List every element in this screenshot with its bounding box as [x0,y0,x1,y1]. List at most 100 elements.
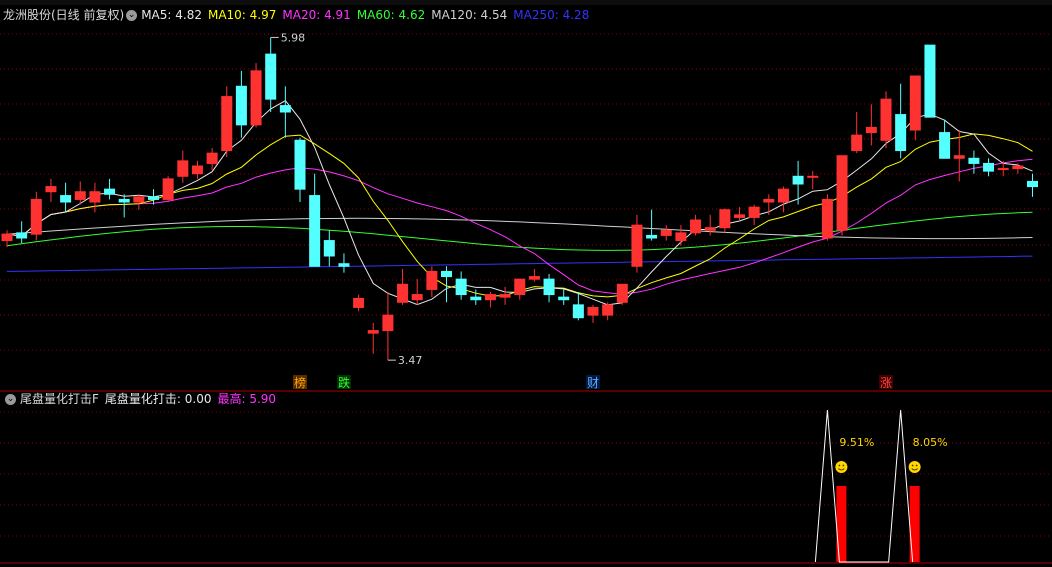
candle-body [484,294,496,301]
ma-label: MA10: 4.97 [207,8,277,22]
candle-body [763,198,775,203]
chevron-down-icon[interactable]: ⌄ [126,10,138,21]
candle-body [660,229,672,236]
candle-body [367,330,379,334]
candle-body [865,126,877,134]
candle-body [382,314,394,332]
candle-body [104,188,116,195]
smiley-icon [908,461,921,473]
candle-body [880,98,892,141]
candle-body [690,219,702,234]
candle-body [719,209,731,229]
candle-body [60,195,72,203]
candle-body [1,233,13,242]
ma20-line [6,158,1033,295]
smiley-eye [838,464,841,467]
candle-body [953,155,965,159]
candle-body [939,132,951,159]
candle-body [426,270,438,290]
indicator-value: 尾盘量化打击: 0.00 [104,392,212,406]
candle-body [1012,165,1024,170]
candle-body [514,278,526,296]
candle-body [148,196,159,200]
candle-body [851,134,863,152]
candle-body [807,175,819,178]
candle-body [30,198,42,235]
candle-body [265,53,277,100]
candle-body [734,214,745,218]
candle-body [162,178,174,200]
ma-label: MA60: 4.62 [356,8,426,22]
high-price-label: 5.98 [281,31,306,44]
ma-label: MA120: 4.54 [431,8,508,22]
candle-body [279,105,291,113]
candle-body [441,270,452,278]
candle-body [206,152,218,164]
candle-body [499,294,511,298]
candle-body [323,240,335,257]
candle-body [792,175,804,185]
candle-body [587,306,599,316]
candlestick-chart: 5.98 3.47 榜 跌 财 涨 9.51% 8.05% [0,31,1052,564]
candle-body [133,196,145,203]
candle-body [353,297,365,308]
candle-body [572,304,584,319]
candle-body [646,234,658,239]
candle-body [836,155,848,231]
ma250-line [6,255,1033,272]
candle-body [631,224,643,267]
indicator-name: 尾盘量化打击F [20,392,99,406]
indicator-line [814,409,914,563]
candle-body [74,191,86,200]
candle-body [968,157,980,164]
low-price-label: 3.47 [398,354,423,367]
indicator-max: 最高: 5.90 [217,392,277,406]
ma5-line [6,100,1033,306]
candle-body [455,278,467,296]
ma-label: MA5: 4.82 [141,8,202,22]
candle-body [1027,180,1038,188]
event-marker: 榜 [294,375,306,390]
candle-body [997,168,1009,171]
signal-bar [909,486,920,562]
candle-body [16,232,28,239]
candle-body [191,165,203,175]
ma-label: MA20: 4.91 [282,8,351,22]
candle-body [397,283,409,303]
signal-bar [836,486,847,562]
candle-body [543,278,555,296]
indicator-header: ⌄ 尾盘量化打击F 尾盘量化打击: 0.00 最高: 5.90 [3,390,276,408]
event-marker: 涨 [880,375,892,390]
candle-body [470,296,482,301]
smiley-eye [842,464,845,467]
candle-body [895,114,907,152]
candle-body [528,276,540,280]
ma10-line [6,133,1033,298]
candle-body [45,186,57,193]
event-marker: 财 [587,376,599,390]
candle-body [704,227,716,231]
candle-body [983,162,995,172]
candle-body [675,232,687,242]
chevron-down-icon[interactable]: ⌄ [5,394,16,405]
smiley-eye [911,464,914,467]
stock-title: 龙洲股份(日线 前复权) [3,8,125,22]
candle-body [309,195,321,267]
main-chart-header: 龙洲股份(日线 前复权) ⌄ MA5: 4.82 MA10: 4.97 MA20: 4.… [3,6,595,24]
candle-body [411,294,423,301]
candle-body [118,198,130,203]
candle-body [294,139,306,190]
candle-body [89,191,101,203]
candle-body [177,160,189,177]
candle-body [338,263,350,267]
candle-body [558,296,570,301]
candle-body [616,283,628,303]
candle-body [924,44,936,118]
signal-percent: 8.05% [913,436,948,449]
candle-body [909,75,921,131]
ma-legend: MA5: 4.82 MA10: 4.97 MA20: 4.91 MA60: 4.62 M… [141,8,595,22]
signal-percent: 9.51% [839,436,874,449]
candle-body [602,304,614,316]
candle-body [221,96,233,152]
candle-body [777,188,789,203]
